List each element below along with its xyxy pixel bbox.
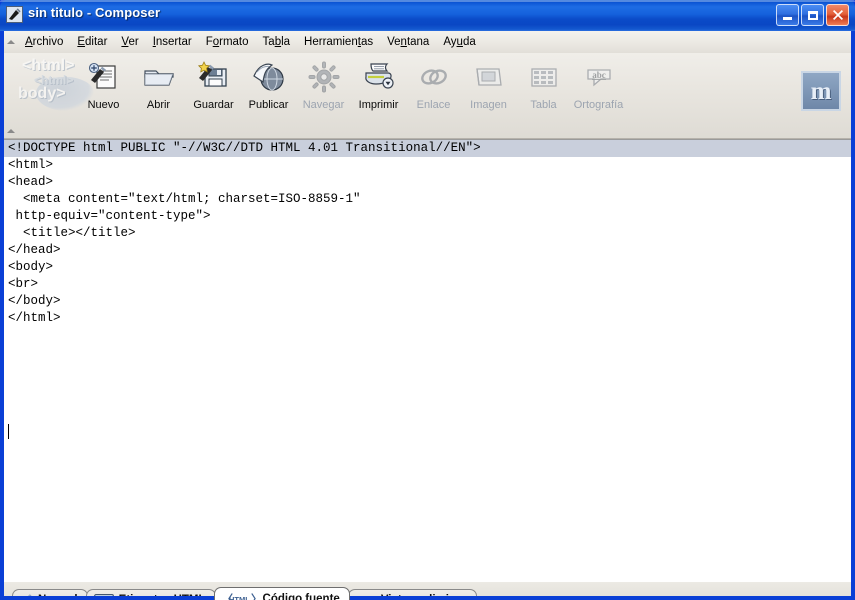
toolbar-label-guardar: Guardar	[193, 99, 234, 111]
toolbar-button-nuevo[interactable]: Nuevo	[76, 57, 131, 127]
tab-label-vista-preliminar: Vista preliminar	[380, 593, 467, 600]
toolbar-button-guardar[interactable]: Guardar	[186, 57, 241, 127]
toolbar-label-navegar: Navegar	[302, 99, 345, 111]
svg-text:TD: TD	[98, 596, 109, 600]
source-code-editor[interactable]: <!DOCTYPE html PUBLIC "-//W3C//DTD HTML …	[4, 140, 851, 582]
save-disk-icon	[197, 57, 231, 97]
spellcheck-abc-icon: abc	[582, 57, 616, 97]
toolbar-label-ortografia: Ortografía	[573, 99, 624, 111]
tab-vista-preliminar[interactable]: Vista preliminar	[347, 589, 477, 600]
new-document-icon	[87, 57, 121, 97]
view-mode-tabs: Normal TD Etiquetas HTML 〈 HTML 〉	[4, 582, 851, 600]
menu-archivo[interactable]: Archivo	[18, 34, 70, 51]
mozilla-logo-button[interactable]: m	[801, 71, 841, 111]
print-icon	[362, 57, 396, 97]
composer-window: sin titulo - Composer Archivo Editar Ver…	[0, 0, 855, 600]
minimize-button[interactable]	[776, 4, 799, 26]
open-folder-icon	[142, 57, 176, 97]
source-line: </body>	[8, 294, 61, 308]
toolbar-button-publicar[interactable]: Publicar	[241, 57, 296, 127]
toolbar-label-imprimir: Imprimir	[358, 99, 399, 111]
td-tag-icon: TD	[93, 593, 114, 600]
source-line: <body>	[8, 260, 54, 274]
toolbar-button-navegar: Navegar	[296, 57, 351, 127]
toolbar-button-imprimir[interactable]: Imprimir	[351, 57, 406, 127]
toolbar-buttons: Nuevo Abrir Guardar Publicar Navegar Imp…	[76, 53, 626, 139]
toolbar-label-abrir: Abrir	[146, 99, 171, 111]
pen-icon	[20, 593, 33, 600]
window-title-app: Composer	[95, 5, 161, 20]
menubar-collapse-handle[interactable]	[4, 31, 18, 53]
source-line: <!DOCTYPE html PUBLIC "-//W3C//DTD HTML …	[4, 140, 851, 157]
toolbar-button-abrir[interactable]: Abrir	[131, 57, 186, 127]
source-line: <title></title>	[8, 226, 136, 240]
tab-normal[interactable]: Normal	[12, 589, 88, 600]
window-title-document: sin titulo	[28, 5, 84, 20]
composer-pen-icon	[6, 6, 23, 23]
menu-bar: Archivo Editar Ver Insertar Formato Tabl…	[4, 31, 851, 53]
toolbar-button-tabla: Tabla	[516, 57, 571, 127]
menu-formato[interactable]: Formato	[199, 34, 256, 51]
toolbar-collapse-handle[interactable]	[4, 53, 18, 139]
table-grid-icon	[527, 57, 561, 97]
source-line: </html>	[8, 311, 61, 325]
tab-label-codigo-fuente: Código fuente	[262, 592, 340, 600]
tab-label-etiquetas-html: Etiquetas HTML	[118, 593, 206, 600]
source-line: <html>	[8, 158, 54, 172]
title-bar[interactable]: sin titulo - Composer	[0, 0, 855, 31]
image-icon	[472, 57, 506, 97]
main-toolbar: <html> <html> body> Nuevo Abrir Guardar …	[4, 53, 851, 139]
text-caret	[8, 424, 9, 439]
menu-ayuda[interactable]: Ayuda	[436, 34, 482, 51]
source-line: <head>	[8, 175, 54, 189]
svg-text:HTML: HTML	[229, 595, 250, 600]
toolbar-label-nuevo: Nuevo	[87, 99, 120, 111]
toolbar-button-ortografia: abc Ortografía	[571, 57, 626, 127]
tab-codigo-fuente[interactable]: 〈 HTML 〉 Código fuente	[213, 587, 350, 600]
preview-icon	[356, 594, 376, 600]
toolbar-label-enlace: Enlace	[416, 99, 451, 111]
toolbar-label-imagen: Imagen	[470, 99, 507, 111]
maximize-button[interactable]	[801, 4, 824, 26]
menu-insertar[interactable]: Insertar	[146, 34, 199, 51]
link-chain-icon	[417, 57, 451, 97]
source-line: </head>	[8, 243, 61, 257]
menu-tabla[interactable]: Tabla	[256, 34, 298, 51]
tab-etiquetas-html[interactable]: TD Etiquetas HTML	[85, 589, 216, 600]
source-line: <br>	[8, 277, 39, 291]
tab-label-normal: Normal	[38, 593, 78, 600]
toolbar-label-publicar: Publicar	[248, 99, 289, 111]
toolbar-label-tabla: Tabla	[530, 99, 557, 111]
window-title-separator: -	[83, 5, 96, 20]
publish-globe-icon	[252, 57, 286, 97]
source-editor-frame: <!DOCTYPE html PUBLIC "-//W3C//DTD HTML …	[4, 139, 851, 582]
close-button[interactable]	[826, 4, 849, 26]
source-line: <meta content="text/html; charset=ISO-88…	[8, 192, 361, 206]
svg-text:〉: 〉	[251, 593, 258, 600]
window-title: sin titulo - Composer	[28, 5, 160, 20]
watermark-line-3: body>	[18, 85, 66, 102]
toolbar-button-imagen: Imagen	[461, 57, 516, 127]
svg-text:abc: abc	[592, 70, 606, 80]
mozilla-logo-label: m	[810, 77, 832, 105]
browse-gear-icon	[307, 57, 341, 97]
menu-ver[interactable]: Ver	[114, 34, 145, 51]
source-line: http-equiv="content-type">	[8, 209, 211, 223]
menu-editar[interactable]: Editar	[70, 34, 114, 51]
menu-ventana[interactable]: Ventana	[380, 34, 436, 51]
html-brackets-icon: 〈 HTML 〉	[222, 593, 258, 600]
close-icon	[832, 10, 843, 20]
menu-herramientas[interactable]: Herramientas	[297, 34, 380, 51]
toolbar-button-enlace: Enlace	[406, 57, 461, 127]
client-area: Archivo Editar Ver Insertar Formato Tabl…	[4, 31, 851, 600]
